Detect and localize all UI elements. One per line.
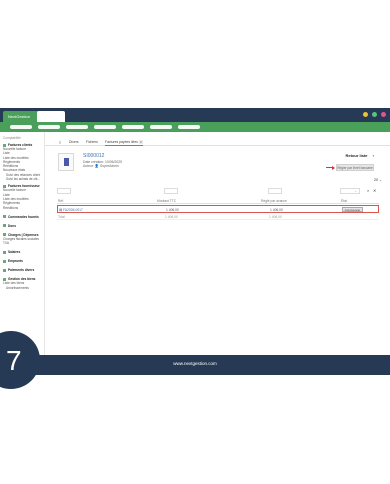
sidebar-subitem[interactable]: Amortissements: [6, 286, 44, 290]
nav-item-1[interactable]: [10, 125, 32, 129]
sidebar-item[interactable]: Rééditions: [3, 206, 44, 210]
document-ref: SI000012: [83, 153, 105, 159]
tab-bar: ≡ Divers Fichiers Factures payées liées …: [45, 138, 390, 146]
page-top-margin: [0, 0, 390, 108]
filter-ref-input[interactable]: [57, 188, 71, 194]
filter-paid-input[interactable]: [268, 188, 282, 194]
footer-url: www.nextgestion.com: [173, 361, 217, 366]
back-to-list-link[interactable]: Retour liste ‹: [346, 153, 374, 158]
invoice-amount: 1 406,00: [166, 208, 179, 212]
filter-status-select[interactable]: ⌄: [340, 188, 360, 194]
menu-icon[interactable]: ≡: [59, 140, 61, 145]
sidebar-section-emprunts[interactable]: Emprunts: [3, 259, 44, 263]
nav-item-2[interactable]: [38, 125, 60, 129]
filter-amount-input[interactable]: [164, 188, 178, 194]
total-row: Total 1 406,00 1 406,00: [57, 214, 379, 220]
page-bottom-margin: [0, 375, 390, 484]
main-content: ≡ Divers Fichiers Factures payées liées …: [45, 132, 390, 375]
total-label: Total: [58, 215, 65, 219]
invoice-paid: 1 406,00: [270, 208, 283, 212]
table-header: Réf. Montant TTC Réglé par avance État: [57, 197, 379, 204]
loan-icon: [3, 259, 6, 263]
window-yellow-dot-icon[interactable]: [363, 112, 368, 117]
chevron-left-icon: ‹: [372, 153, 374, 158]
nav-item-7[interactable]: [178, 125, 200, 129]
sidebar-item[interactable]: TVA: [3, 241, 44, 245]
window-green-dot-icon[interactable]: [372, 112, 377, 117]
app-window: NextGestion Comptabilité Factures client…: [0, 108, 390, 375]
sidebar-header: Comptabilité: [3, 136, 21, 140]
secondary-tab[interactable]: [37, 111, 65, 122]
invoice-ref: FA2306-0017: [63, 208, 83, 212]
author: Auteur: 👤 SuperAdmin: [83, 164, 119, 168]
document-card: SI000012 Date création: 10/06/2025 Auteu…: [55, 150, 380, 176]
tab-divers[interactable]: Divers: [69, 140, 79, 144]
tab-fichiers[interactable]: Fichiers: [86, 140, 98, 144]
nav-item-3[interactable]: [66, 125, 88, 129]
page-size-select[interactable]: 20 ⌄: [374, 178, 382, 182]
donation-icon: [3, 224, 6, 228]
pay-by-bank-button[interactable]: Régler par livret bancaire: [336, 164, 374, 171]
footer-banner: www.nextgestion.com: [0, 355, 390, 375]
tab-factures-payees[interactable]: Factures payées liées 0: [105, 140, 143, 146]
clear-filter-icon[interactable]: ✕: [373, 188, 376, 193]
salary-icon: [3, 250, 6, 254]
chevron-down-icon: ⌄: [378, 178, 382, 182]
order-icon: [3, 215, 6, 219]
sidebar-item[interactable]: Charges fiscales sociales: [3, 237, 44, 241]
total-paid: 1 406,00: [269, 215, 282, 219]
back-link-label: Retour liste: [345, 153, 368, 158]
column-header-status[interactable]: État: [341, 199, 347, 203]
tab-count-badge: 0: [138, 140, 143, 144]
total-amount: 1 406,00: [165, 215, 178, 219]
payment-icon: [3, 268, 6, 272]
invoice-ref-link[interactable]: ▤ FA2306-0017: [59, 208, 83, 212]
start-button[interactable]: Commencer: [342, 207, 363, 212]
column-header-ref[interactable]: Réf.: [58, 199, 64, 203]
sidebar-section-commandes[interactable]: Commandes fournis: [3, 215, 44, 219]
step-number: 7: [6, 345, 22, 376]
table-row: ▤ FA2306-0017 1 406,00 1 406,00 Commence…: [57, 205, 379, 213]
search-icon[interactable]: ⌕: [367, 188, 369, 193]
document-icon: [58, 153, 74, 171]
nav-item-6[interactable]: [150, 125, 172, 129]
nav-item-5[interactable]: [122, 125, 144, 129]
main-nav-bar: [0, 122, 390, 132]
column-header-paid[interactable]: Réglé par avance: [261, 199, 287, 203]
title-bar: NextGestion: [0, 108, 390, 122]
filter-row: ⌄ ⌕ ✕: [57, 188, 379, 195]
page-size-value: 20: [373, 178, 378, 182]
invoice-icon: ▤: [59, 208, 63, 212]
sidebar-section-paiements[interactable]: Paiements divers: [3, 268, 44, 272]
expense-icon: [3, 233, 6, 237]
annotation-arrow-icon: [326, 165, 335, 170]
nav-item-4[interactable]: [94, 125, 116, 129]
window-pink-dot-icon[interactable]: [381, 112, 386, 117]
sidebar-section-salaires[interactable]: Salaires: [3, 250, 44, 254]
sidebar-section-dons[interactable]: Dons: [3, 224, 44, 228]
tab-label: Factures payées liées: [105, 140, 138, 144]
column-header-amount[interactable]: Montant TTC: [157, 199, 176, 203]
sidebar-subitem[interactable]: Suivi les achats de clé...: [6, 177, 44, 181]
brand-label: NextGestion: [8, 114, 31, 119]
